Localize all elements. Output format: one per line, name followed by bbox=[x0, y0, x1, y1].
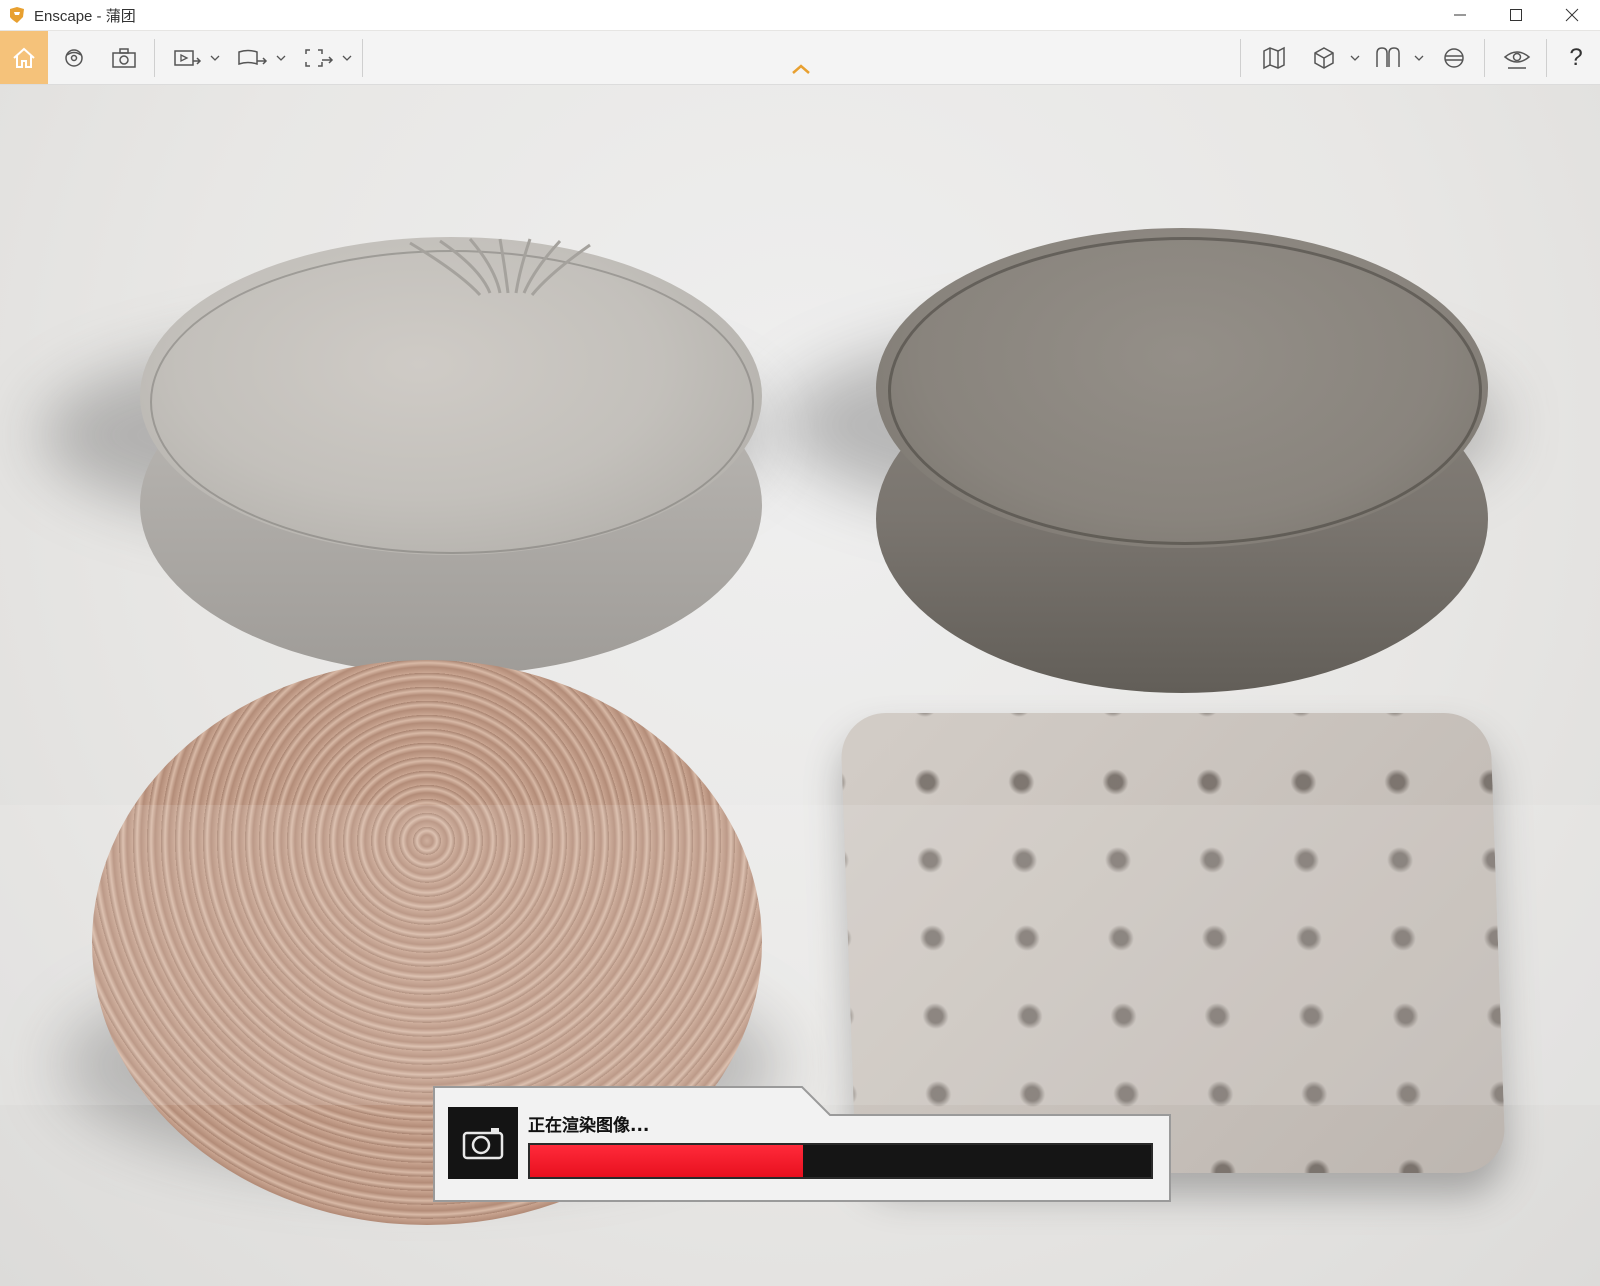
screenshot-button[interactable] bbox=[106, 31, 142, 84]
help-button[interactable]: ? bbox=[1556, 31, 1596, 84]
chevron-down-icon bbox=[1414, 55, 1424, 61]
batch-render-button[interactable] bbox=[300, 31, 338, 84]
toolbar-separator bbox=[154, 39, 155, 77]
toolbar-separator bbox=[362, 39, 363, 77]
document-name: 蒲团 bbox=[105, 7, 136, 25]
visual-settings-button[interactable] bbox=[1498, 31, 1536, 84]
export-video-button[interactable] bbox=[170, 31, 206, 84]
help-icon: ? bbox=[1569, 43, 1583, 71]
cushion-seam bbox=[888, 237, 1482, 545]
toolbar-separator bbox=[1546, 39, 1547, 77]
minimize-button[interactable] bbox=[1432, 0, 1488, 30]
visual-settings-icon bbox=[1503, 50, 1531, 69]
title-bar: Enscape - 蒲团 bbox=[0, 0, 1600, 30]
close-button[interactable] bbox=[1544, 0, 1600, 30]
views-button[interactable] bbox=[1370, 31, 1406, 84]
chevron-down-icon bbox=[276, 55, 286, 61]
minimize-icon bbox=[1454, 14, 1466, 16]
app-name: Enscape bbox=[34, 7, 93, 25]
maximize-button[interactable] bbox=[1488, 0, 1544, 30]
batch-render-dropdown[interactable] bbox=[342, 31, 352, 84]
export-panorama-button[interactable] bbox=[234, 31, 272, 84]
cube-icon bbox=[1314, 46, 1334, 69]
asset-library-button[interactable] bbox=[1306, 31, 1342, 84]
close-icon bbox=[1565, 8, 1579, 22]
export-video-dropdown[interactable] bbox=[210, 31, 220, 84]
title-separator: - bbox=[92, 7, 106, 25]
batch-render-icon bbox=[305, 48, 334, 67]
export-panorama-dropdown[interactable] bbox=[276, 31, 286, 84]
views-dropdown[interactable] bbox=[1414, 31, 1424, 84]
toolbar-separator bbox=[1240, 39, 1241, 77]
camera-button bbox=[448, 1107, 518, 1179]
orbit-icon bbox=[65, 48, 83, 67]
chevron-down-icon bbox=[342, 55, 352, 61]
collapse-toolbar-arrow-icon[interactable] bbox=[790, 62, 812, 76]
library-icon bbox=[1376, 46, 1400, 67]
fabric-folds bbox=[409, 238, 591, 297]
window-title: Enscape - 蒲团 bbox=[34, 5, 136, 26]
maximize-icon bbox=[1510, 9, 1522, 21]
main-toolbar: ? bbox=[0, 31, 1600, 85]
asset-library-dropdown[interactable] bbox=[1350, 31, 1360, 84]
chevron-down-icon bbox=[210, 55, 220, 61]
screenshot-icon bbox=[112, 47, 136, 68]
toolbar-separator bbox=[1484, 39, 1485, 77]
map-button[interactable] bbox=[1256, 31, 1292, 84]
enscape-logo-icon bbox=[10, 7, 24, 23]
home-icon bbox=[13, 47, 35, 68]
map-icon bbox=[1263, 46, 1285, 69]
render-progress-bar bbox=[528, 1143, 1153, 1179]
camera-icon bbox=[462, 1128, 504, 1160]
render-progress-fill bbox=[530, 1145, 804, 1177]
export-video-icon bbox=[174, 49, 202, 66]
orbit-button[interactable] bbox=[56, 31, 92, 84]
home-button[interactable] bbox=[0, 31, 48, 84]
watermark-overlay bbox=[0, 805, 1600, 1105]
window-controls bbox=[1432, 0, 1600, 30]
chevron-down-icon bbox=[1350, 55, 1360, 61]
atmosphere-button[interactable] bbox=[1436, 31, 1472, 84]
export-panorama-icon bbox=[238, 49, 268, 65]
render-status-text: 正在渲染图像... bbox=[528, 1116, 650, 1136]
atmosphere-icon bbox=[1444, 47, 1464, 68]
render-progress-panel: 正在渲染图像... bbox=[432, 1085, 1172, 1203]
